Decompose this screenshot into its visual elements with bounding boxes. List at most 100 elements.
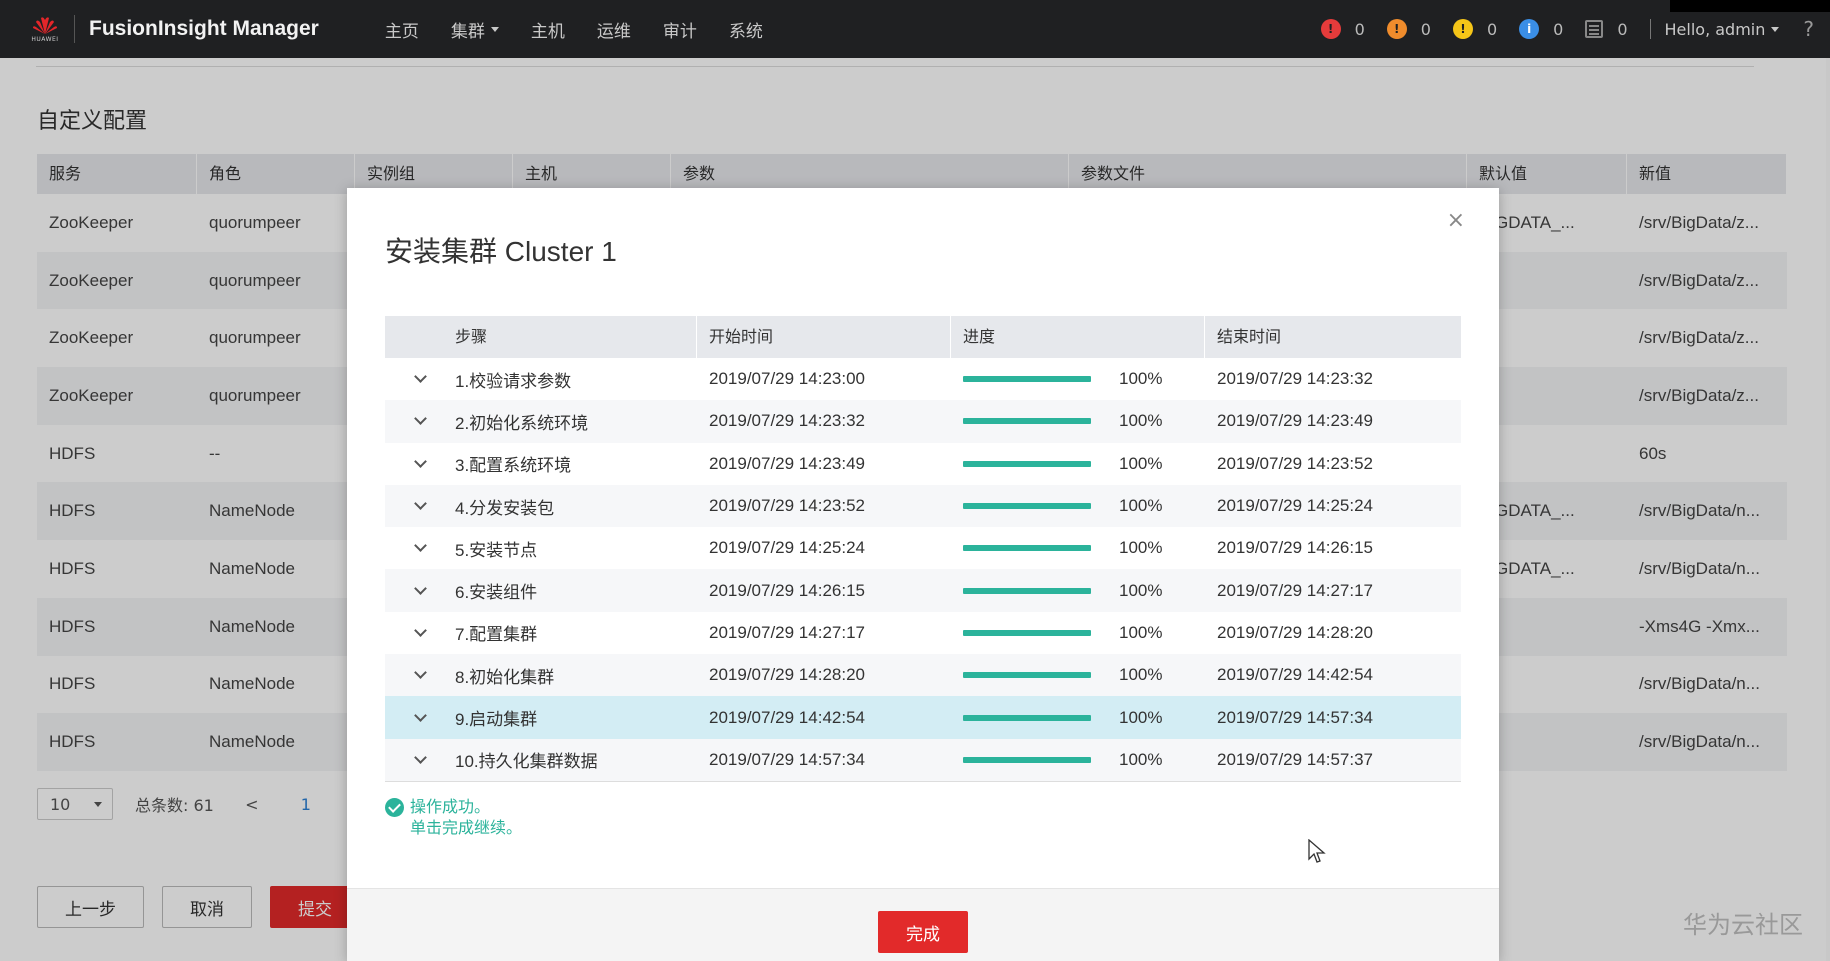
step-progress: 100% [951, 496, 1205, 516]
install-cluster-dialog: × 安装集群 Cluster 1 步骤 开始时间 进度 结束时间 1.校验请求参… [347, 188, 1499, 961]
progress-bar-fill [963, 587, 1091, 594]
progress-bar-fill [963, 629, 1091, 636]
step-row[interactable]: 1.校验请求参数 2019/07/29 14:23:00 100% 2019/07/2… [385, 358, 1461, 400]
step-row[interactable]: 10.持久化集群数据 2019/07/29 14:57:34 100% 2019/07… [385, 738, 1461, 781]
step-progress: 100% [951, 623, 1205, 643]
progress-bar [963, 587, 1091, 594]
nav-system-label: 系统 [728, 21, 763, 42]
step-start-time: 2019/07/29 14:23:49 [709, 453, 865, 473]
expand-chevron-icon[interactable] [385, 666, 455, 680]
step-name: 3.配置系统环境 [455, 456, 572, 476]
task-list-icon [1585, 20, 1604, 38]
dialog-title: 安装集群 Cluster 1 [385, 236, 617, 267]
critical-alarm-icon: ! [1320, 19, 1341, 39]
nav-audit[interactable]: 审计 [647, 17, 713, 42]
brand-divider [74, 15, 75, 43]
minor-alarm-icon: ! [1452, 19, 1473, 39]
step-row[interactable]: 9.启动集群 2019/07/29 14:42:54 100% 2019/07/29 … [385, 696, 1461, 739]
step-name: 9.启动集群 [455, 710, 538, 730]
nav-system[interactable]: 系统 [713, 17, 779, 42]
install-steps-table: 步骤 开始时间 进度 结束时间 1.校验请求参数 2019/07/29 14:23… [385, 316, 1461, 782]
huawei-petals-icon [33, 17, 57, 34]
step-row[interactable]: 3.配置系统环境 2019/07/29 14:23:49 100% 2019/07/2… [385, 443, 1461, 485]
nav-hosts[interactable]: 主机 [515, 17, 581, 42]
nav-home[interactable]: 主页 [369, 17, 435, 42]
success-text: 操作成功。 单击完成继续。 [410, 796, 522, 838]
progress-bar [963, 629, 1091, 636]
success-message: 操作成功。 单击完成继续。 [385, 796, 522, 838]
task-list[interactable]: 0 [1585, 19, 1628, 39]
nav-cluster[interactable]: 集群 [435, 17, 515, 42]
steps-body: 1.校验请求参数 2019/07/29 14:23:00 100% 2019/07/2… [385, 358, 1461, 781]
step-row[interactable]: 6.安装组件 2019/07/29 14:26:15 100% 2019/07/29 … [385, 569, 1461, 612]
check-circle-icon [385, 798, 404, 817]
user-menu[interactable]: Hello, admin [1665, 20, 1780, 39]
major-alarm-count: 0 [1420, 19, 1431, 39]
major-alarm-icon: ! [1386, 19, 1407, 39]
nav-hosts-label: 主机 [530, 21, 565, 42]
screen-edge [1670, 0, 1830, 12]
step-end-time: 2019/07/29 14:27:17 [1217, 580, 1373, 600]
minor-alarm[interactable]: ! 0 [1452, 19, 1497, 39]
close-icon[interactable]: × [1447, 208, 1465, 233]
step-start-time: 2019/07/29 14:27:17 [709, 622, 865, 642]
step-cell: 7.配置集群 [385, 620, 697, 645]
nav-ops-label: 运维 [596, 21, 631, 42]
help-icon[interactable]: ? [1803, 17, 1814, 41]
mouse-cursor-icon [1308, 839, 1326, 863]
expand-chevron-icon[interactable] [385, 539, 455, 553]
progress-percent: 100% [1119, 665, 1163, 685]
expand-chevron-icon[interactable] [385, 624, 455, 637]
scrollbar[interactable] [1826, 58, 1830, 961]
progress-bar [963, 460, 1091, 467]
progress-percent: 100% [1119, 538, 1163, 558]
finish-button[interactable]: 完成 [878, 911, 968, 953]
step-end-time: 2019/07/29 14:23:32 [1217, 369, 1373, 389]
major-alarm[interactable]: ! 0 [1386, 19, 1431, 39]
warning-alarm[interactable]: i 0 [1519, 19, 1563, 39]
user-greeting: Hello, admin [1664, 19, 1766, 39]
progress-bar-fill [963, 503, 1091, 510]
progress-percent: 100% [1119, 707, 1163, 727]
expand-chevron-icon[interactable] [385, 581, 455, 595]
progress-bar [963, 418, 1091, 425]
huawei-logo[interactable]: HUAWEI [28, 14, 62, 44]
step-cell: 1.校验请求参数 [385, 367, 697, 392]
progress-bar-fill [963, 460, 1091, 467]
step-row[interactable]: 8.初始化集群 2019/07/29 14:28:20 100% 2019/07/29… [385, 654, 1461, 697]
expand-chevron-icon[interactable] [385, 412, 455, 426]
top-nav-bar: HUAWEI FusionInsight Manager 主页 集群 主机 运维… [0, 0, 1830, 58]
expand-chevron-icon[interactable] [385, 750, 455, 764]
step-end-time: 2019/07/29 14:23:49 [1217, 411, 1373, 431]
step-progress: 100% [951, 708, 1205, 728]
progress-percent: 100% [1119, 496, 1163, 516]
step-end-time: 2019/07/29 14:23:52 [1217, 453, 1373, 473]
dialog-footer: 完成 [347, 888, 1499, 961]
step-start-time: 2019/07/29 14:42:54 [709, 707, 865, 727]
expand-chevron-icon[interactable] [385, 708, 455, 722]
success-line-2: 单击完成继续。 [410, 818, 523, 837]
step-row[interactable]: 4.分发安装包 2019/07/29 14:23:52 100% 2019/07/29… [385, 484, 1461, 528]
expand-chevron-icon[interactable] [385, 454, 455, 468]
progress-bar [963, 714, 1091, 721]
app-title: FusionInsight Manager [89, 17, 319, 40]
critical-alarm-count: 0 [1354, 19, 1365, 39]
step-row[interactable]: 5.安装节点 2019/07/29 14:25:24 100% 2019/07/29 … [385, 527, 1461, 569]
progress-bar-fill [963, 756, 1091, 763]
expand-chevron-icon[interactable] [385, 497, 455, 510]
step-row[interactable]: 7.配置集群 2019/07/29 14:27:17 100% 2019/07/29 … [385, 612, 1461, 654]
expand-chevron-icon[interactable] [385, 370, 455, 384]
nav-ops[interactable]: 运维 [581, 17, 647, 42]
step-start-time: 2019/07/29 14:23:00 [709, 369, 865, 389]
step-row[interactable]: 2.初始化系统环境 2019/07/29 14:23:32 100% 2019/07/… [385, 400, 1461, 443]
step-progress: 100% [951, 750, 1205, 770]
step-cell: 4.分发安装包 [385, 494, 697, 519]
step-name: 5.安装节点 [455, 540, 538, 560]
step-end-time: 2019/07/29 14:42:54 [1217, 665, 1373, 685]
progress-bar-fill [963, 376, 1091, 383]
step-end-time: 2019/07/29 14:28:20 [1217, 622, 1373, 642]
task-count: 0 [1617, 19, 1628, 39]
critical-alarm[interactable]: ! 0 [1320, 19, 1365, 39]
info-alarm-icon: i [1519, 19, 1540, 39]
step-end-time: 2019/07/29 14:57:37 [1217, 749, 1373, 769]
